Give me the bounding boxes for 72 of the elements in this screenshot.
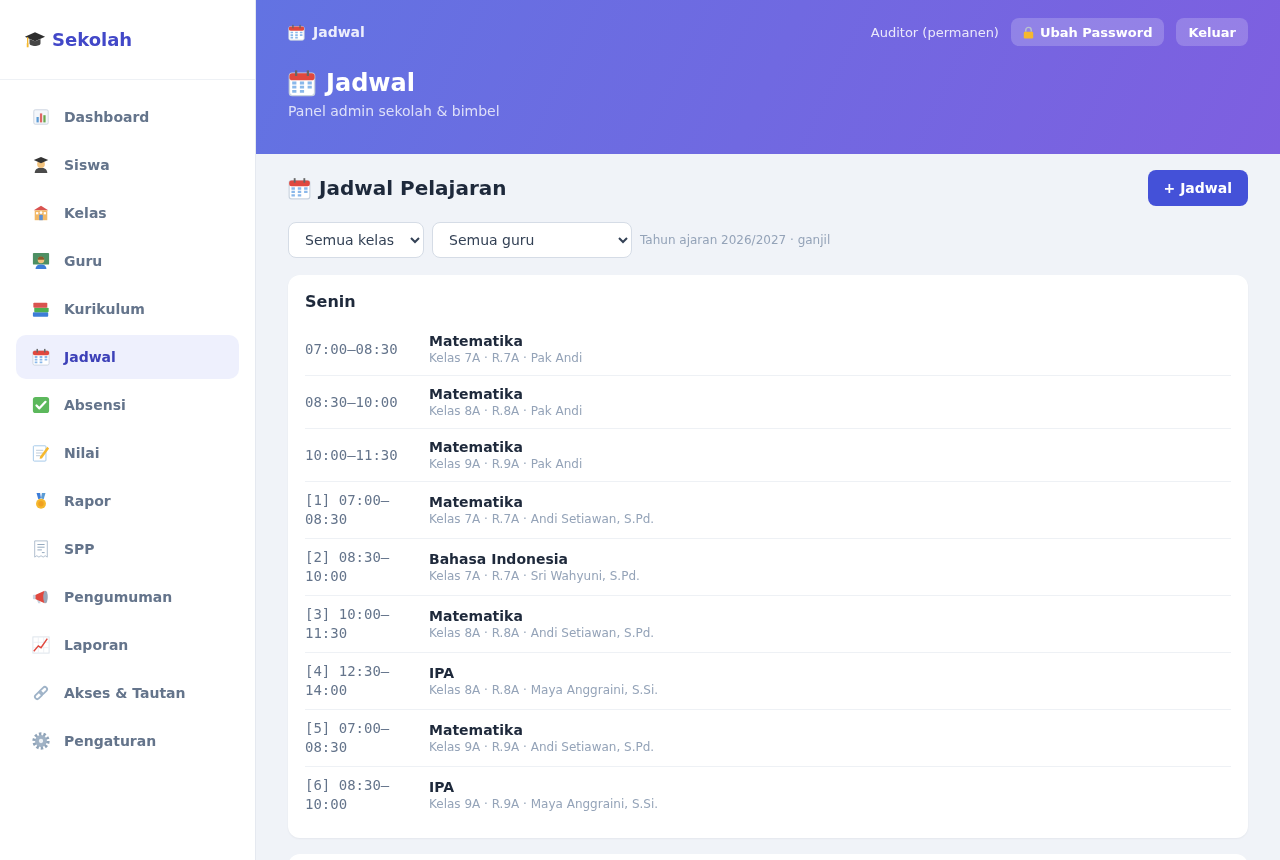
day-heading: Senin (305, 291, 357, 313)
sidebar-item[interactable]: Nilai (16, 431, 239, 475)
lesson-details: Kelas 7A · R.7A · Andi Setiawan, S.Pd. (429, 511, 655, 527)
section-title: Jadwal Pelajaran (319, 176, 507, 200)
page-subtitle: Panel admin sekolah & bimbel (288, 103, 501, 119)
sidebar-item[interactable]: Rapor (16, 479, 239, 523)
term-note: Tahun ajaran 2026/2027 · ganjil (640, 233, 831, 247)
subject-name: Matematika (429, 332, 524, 350)
lesson-time: [6] 08:30–10:00 (305, 776, 391, 814)
lesson-time: 10:00–11:30 (305, 445, 399, 465)
calendar-icon (32, 348, 50, 366)
sidebar-item[interactable]: Dashboard (16, 95, 239, 139)
gear-icon (32, 732, 50, 750)
lesson-time: [5] 07:00–08:30 (305, 719, 391, 757)
lock-icon (1022, 25, 1034, 39)
lesson-details: Kelas 8A · R.8A · Andi Setiawan, S.Pd. (429, 625, 655, 641)
filter-dropdown[interactable]: Semua guru (432, 222, 632, 258)
bar-chart-icon (32, 108, 50, 126)
sidebar-item[interactable]: Laporan (16, 623, 239, 667)
calendar-icon (288, 176, 311, 200)
logout-button[interactable]: Keluar (1176, 18, 1248, 46)
lesson-details: Kelas 8A · R.8A · Pak Andi (429, 403, 583, 419)
sidebar-item[interactable]: Absensi (16, 383, 239, 427)
lesson-time: 07:00–08:30 (305, 339, 399, 359)
sidebar-item[interactable]: Kelas (16, 191, 239, 235)
lesson-time: 08:30–10:00 (305, 392, 399, 412)
add-schedule-button[interactable]: + Jadwal (1147, 170, 1248, 206)
filter-dropdown[interactable]: Semua kelas (288, 222, 424, 258)
student-icon (32, 156, 50, 174)
subject-name: Matematika (429, 607, 524, 625)
subject-name: Matematika (429, 438, 524, 456)
lesson-details: Kelas 9A · R.9A · Pak Andi (429, 456, 583, 472)
check-icon (32, 396, 50, 414)
page-title: Jadwal (326, 68, 415, 98)
sidebar-item[interactable]: Pengumuman (16, 575, 239, 619)
user-role-label: Auditor (permanen) (870, 24, 999, 40)
lesson-time: [4] 12:30–14:00 (305, 662, 391, 700)
megaphone-icon (32, 588, 50, 606)
lesson-details: Kelas 9A · R.9A · Andi Setiawan, S.Pd. (429, 739, 655, 755)
breadcrumb: Jadwal (313, 24, 365, 40)
sidebar-item[interactable]: Kurikulum (16, 287, 239, 331)
link-icon (32, 684, 50, 702)
subject-name: IPA (429, 778, 456, 796)
sidebar-item[interactable]: Siswa (16, 143, 239, 187)
lesson-details: Kelas 9A · R.9A · Maya Anggraini, S.Si. (429, 796, 659, 812)
graduation-cap-icon (24, 30, 46, 49)
subject-name: Matematika (429, 721, 524, 739)
subject-name: IPA (429, 664, 456, 682)
school-building-icon (32, 204, 50, 222)
sidebar-item[interactable]: SPP (16, 527, 239, 571)
lesson-time: [2] 08:30–10:00 (305, 548, 391, 586)
memo-pencil-icon (32, 444, 50, 462)
lesson-details: Kelas 7A · R.7A · Sri Wahyuni, S.Pd. (429, 568, 640, 584)
teacher-icon (32, 252, 50, 270)
subject-name: Bahasa Indonesia (429, 550, 570, 568)
subject-name: Matematika (429, 493, 524, 511)
lesson-time: [1] 07:00–08:30 (305, 491, 391, 529)
logo-text: Sekolah (52, 29, 133, 50)
change-password-button[interactable]: Ubah Password (1010, 18, 1165, 46)
sidebar-item[interactable]: Pengaturan (16, 719, 239, 763)
calendar-icon (288, 23, 305, 41)
sidebar-item[interactable]: Jadwal (16, 335, 239, 379)
lesson-details: Kelas 7A · R.7A · Pak Andi (429, 350, 583, 366)
lesson-details: Kelas 8A · R.8A · Maya Anggraini, S.Si. (429, 682, 659, 698)
lesson-time: [3] 10:00–11:30 (305, 605, 391, 643)
subject-name: Matematika (429, 385, 524, 403)
line-chart-icon (32, 636, 50, 654)
calendar-icon (288, 69, 316, 97)
sidebar-item[interactable]: Guru (16, 239, 239, 283)
books-icon (32, 300, 50, 318)
sidebar-item[interactable]: Akses & Tautan (16, 671, 239, 715)
receipt-icon (32, 540, 50, 558)
